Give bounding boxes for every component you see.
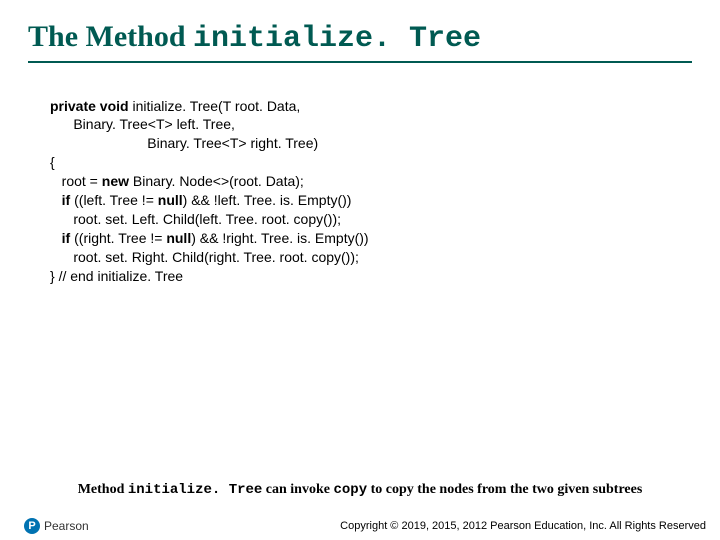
code-kw: null [158,192,183,208]
title-underline [28,61,692,63]
code-kw: if [62,230,74,246]
code-text: root. set. Right. Child(right. Tree. roo… [73,249,359,265]
code-text: initialize. Tree(T root. Data, [132,98,300,114]
publisher-name: Pearson [44,519,89,533]
caption-mono: copy [333,482,367,498]
code-text: ) && !right. Tree. is. Empty()) [191,230,368,246]
caption-area: Method initialize. Tree can invoke copy … [0,480,720,498]
code-kw: private void [50,98,132,114]
code-kw: new [102,173,133,189]
code-text: Binary. Node<>(root. Data); [133,173,304,189]
code-text: root = [62,173,102,189]
code-text: root. set. Left. Child(left. Tree. root.… [73,211,341,227]
code-text: Binary. Tree<T> left. Tree, [73,116,235,132]
caption-text: to copy the nodes from the two given sub… [367,482,642,497]
code-text: ((right. Tree != [74,230,166,246]
code-text: ) && !left. Tree. is. Empty()) [183,192,352,208]
copyright-text: Copyright © 2019, 2015, 2012 Pearson Edu… [340,520,706,532]
title-mono: initialize. Tree [193,22,481,56]
slide-title: The Method initialize. Tree [28,18,692,59]
code-text: Binary. Tree<T> right. Tree) [147,135,318,151]
title-prefix: The Method [28,20,193,53]
publisher-logo: P Pearson [24,518,89,534]
code-text: ((left. Tree != [74,192,158,208]
caption-text: can invoke [262,482,333,497]
code-block: private void initialize. Tree(T root. Da… [50,97,692,286]
caption-text: Method [78,482,128,497]
code-text: { [50,154,55,170]
code-text: } // end initialize. Tree [50,268,183,284]
code-kw: null [166,230,191,246]
slide: The Method initialize. Tree private void… [0,0,720,540]
footer: P Pearson Copyright © 2019, 2015, 2012 P… [0,518,720,534]
caption-mono: initialize. Tree [128,482,262,498]
code-kw: if [62,192,74,208]
pearson-icon: P [24,518,40,534]
caption: Method initialize. Tree can invoke copy … [78,482,643,497]
